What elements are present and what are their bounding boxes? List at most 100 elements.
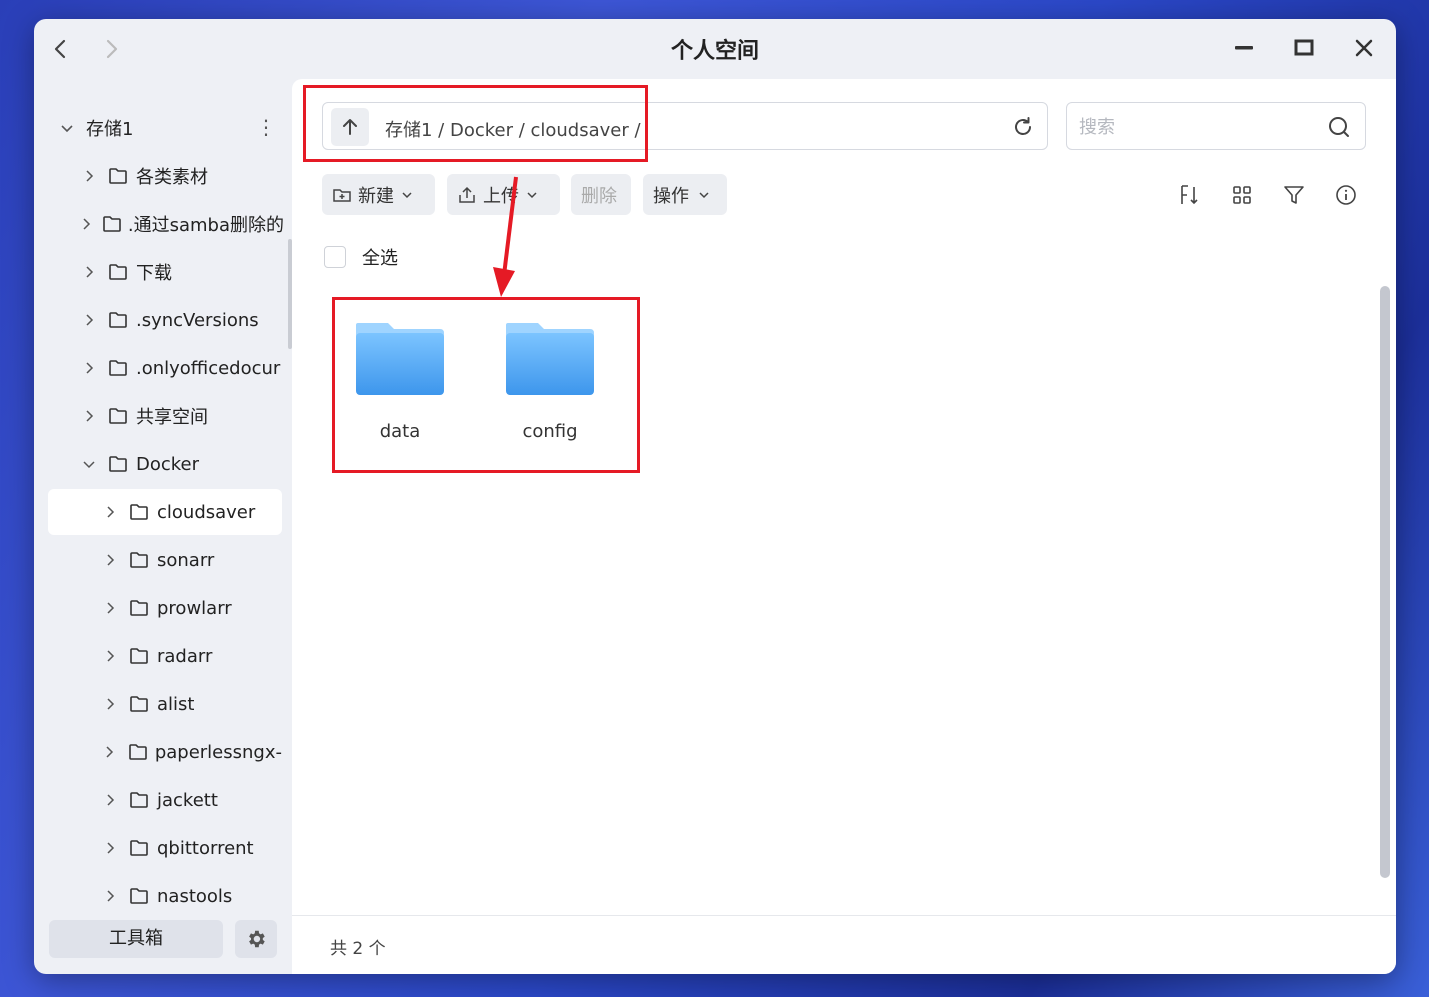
arrow-up-icon: [343, 119, 357, 135]
main-panel: 存储1 / Docker / cloudsaver / 新建 上传 删除 操作: [292, 79, 1396, 974]
search-icon[interactable]: [1327, 115, 1351, 139]
sidebar-item-folder[interactable]: nastools: [48, 873, 282, 919]
folder-icon: [108, 263, 130, 281]
sidebar-item-folder[interactable]: 共享空间: [78, 393, 284, 439]
chevron-down-icon: [56, 120, 78, 136]
refresh-icon[interactable]: [1011, 115, 1035, 139]
chevron-right-icon[interactable]: [99, 697, 121, 711]
settings-button[interactable]: [235, 920, 277, 958]
back-button[interactable]: [46, 35, 74, 63]
sidebar-item-folder[interactable]: jackett: [48, 777, 282, 823]
delete-button-label: 删除: [581, 185, 617, 207]
chevron-right-icon[interactable]: [99, 889, 121, 903]
sidebar-item-label: 共享空间: [136, 407, 208, 428]
folder-icon: [129, 791, 151, 809]
info-icon[interactable]: [1334, 183, 1358, 207]
new-button-label: 新建: [358, 185, 394, 207]
folder-icon: [129, 599, 151, 617]
folder-icon: [129, 839, 151, 857]
sort-icon[interactable]: [1178, 183, 1202, 207]
chevron-right-icon[interactable]: [78, 265, 100, 279]
sidebar-item-label: Docker: [136, 453, 200, 475]
chevron-right-icon[interactable]: [99, 553, 121, 567]
upload-button[interactable]: 上传: [447, 174, 560, 215]
folder-icon: [102, 215, 122, 233]
path-bar[interactable]: 存储1 / Docker / cloudsaver /: [322, 102, 1048, 150]
sidebar-item-folder[interactable]: sonarr: [48, 537, 282, 583]
sidebar-item-label: 各类素材: [136, 167, 208, 188]
chevron-right-icon[interactable]: [78, 313, 100, 327]
search-input[interactable]: [1079, 115, 1309, 139]
filter-icon[interactable]: [1282, 183, 1306, 207]
more-options-icon[interactable]: ⋮: [256, 115, 276, 139]
chevron-right-icon[interactable]: [99, 793, 121, 807]
chevron-right-icon[interactable]: [78, 409, 100, 423]
chevron-right-icon[interactable]: [99, 841, 121, 855]
toolbox-button[interactable]: 工具箱: [49, 920, 223, 958]
select-all-checkbox[interactable]: [324, 246, 346, 268]
sidebar-item-folder[interactable]: qbittorrent: [48, 825, 282, 871]
close-icon: [1355, 39, 1373, 57]
sidebar-item-folder[interactable]: paperlessngx-: [48, 729, 282, 775]
delete-button[interactable]: 删除: [571, 174, 631, 215]
folder-icon: [129, 887, 151, 905]
new-button[interactable]: 新建: [322, 174, 435, 215]
sidebar-item-folder[interactable]: Docker: [78, 441, 284, 487]
sidebar-item-folder[interactable]: .syncVersions: [78, 297, 284, 343]
sidebar-item-folder[interactable]: radarr: [48, 633, 282, 679]
action-button[interactable]: 操作: [643, 174, 727, 215]
sidebar-item-label: alist: [157, 693, 195, 715]
file-name: data: [379, 421, 421, 442]
minimize-button[interactable]: [1229, 33, 1259, 63]
breadcrumb[interactable]: 存储1 / Docker / cloudsaver /: [385, 116, 641, 142]
up-directory-button[interactable]: [331, 108, 369, 146]
window-title: 个人空间: [670, 39, 759, 64]
folder-icon: [108, 455, 130, 473]
upload-icon: [459, 186, 475, 203]
folder-icon: [129, 551, 151, 569]
folder-icon: [108, 407, 130, 425]
sidebar-item-folder[interactable]: prowlarr: [48, 585, 282, 631]
sidebar-root-storage[interactable]: 存储1 ⋮: [56, 105, 276, 151]
sidebar-item-label: radarr: [157, 645, 213, 667]
chevron-right-icon[interactable]: [99, 745, 120, 759]
minimize-icon: [1235, 46, 1253, 50]
chevron-right-icon[interactable]: [99, 505, 121, 519]
search-box: [1066, 102, 1366, 150]
forward-button[interactable]: [98, 35, 126, 63]
content-scrollbar[interactable]: [1380, 286, 1390, 878]
maximize-icon: [1294, 39, 1314, 56]
chevron-right-icon[interactable]: [99, 601, 121, 615]
chevron-right-icon: [106, 39, 118, 59]
chevron-right-icon[interactable]: [78, 217, 94, 231]
folder-icon: [108, 359, 130, 377]
status-bar: 共 2 个: [292, 915, 1396, 974]
sidebar-item-folder[interactable]: 各类素材: [78, 153, 284, 199]
chevron-down-icon: [699, 191, 709, 198]
close-button[interactable]: [1349, 33, 1379, 63]
folder-item[interactable]: data: [340, 319, 460, 442]
sidebar-item-folder[interactable]: cloudsaver: [48, 489, 282, 535]
sidebar-item-label: jackett: [157, 789, 218, 811]
sidebar-item-folder[interactable]: .onlyofficedocur: [78, 345, 284, 391]
sidebar: 存储1 ⋮ 各类素材 .通过samba删除的 下载 .syncVersions .onl…: [34, 79, 292, 974]
grid-view-icon[interactable]: [1230, 183, 1254, 207]
sidebar-root-label: 存储1: [86, 119, 134, 140]
maximize-button[interactable]: [1289, 33, 1319, 63]
sidebar-item-folder[interactable]: alist: [48, 681, 282, 727]
action-button-label: 操作: [653, 185, 689, 207]
chevron-right-icon[interactable]: [78, 361, 100, 375]
new-folder-icon: [333, 188, 351, 202]
chevron-down-icon[interactable]: [78, 457, 100, 471]
folder-item[interactable]: config: [490, 319, 610, 442]
title-bar: 个人空间: [34, 19, 1396, 79]
sidebar-item-label: .syncVersions: [136, 309, 259, 331]
sidebar-item-label: prowlarr: [157, 597, 232, 619]
chevron-right-icon[interactable]: [78, 169, 100, 183]
chevron-right-icon[interactable]: [99, 649, 121, 663]
sidebar-item-folder[interactable]: 下载: [78, 249, 284, 295]
select-all-label: 全选: [362, 248, 398, 269]
file-manager-window: 个人空间 存储1 ⋮ 各类素材 .通过samba删除的 下载 .syncVersion…: [34, 19, 1396, 974]
select-all[interactable]: 全选: [324, 244, 398, 270]
sidebar-item-folder[interactable]: .通过samba删除的: [78, 201, 284, 247]
